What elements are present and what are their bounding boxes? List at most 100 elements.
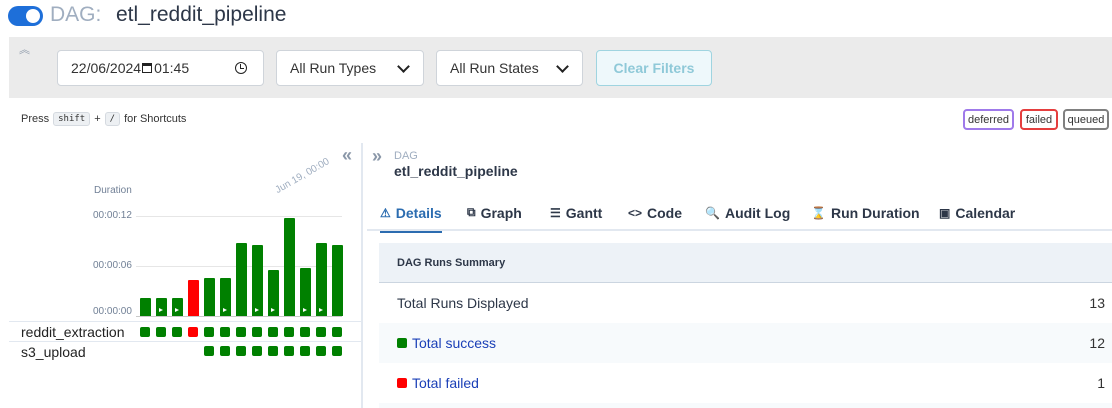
panel-divider[interactable] <box>361 143 363 408</box>
summary-row-success: Total success 12 <box>379 323 1112 363</box>
shift-key: shift <box>53 112 91 126</box>
dag-run-bar[interactable] <box>252 245 263 316</box>
collapse-grid-icon[interactable]: « <box>342 145 352 166</box>
dag-run-bar[interactable] <box>236 243 247 316</box>
dag-run-bar[interactable] <box>316 243 327 316</box>
tab-label: Graph <box>480 204 522 221</box>
dag-title-prefix: DAG: <box>50 3 102 26</box>
base-date-input[interactable]: 22/06/2024 01:45 <box>57 50 264 86</box>
tab-label: Code <box>647 204 683 221</box>
tab-label: Gantt <box>565 204 603 221</box>
dag-run-bar[interactable] <box>220 278 231 316</box>
task-instance-square[interactable] <box>236 346 246 356</box>
dag-run-bar[interactable] <box>172 298 183 316</box>
summary-row-value: 1 <box>1097 375 1105 391</box>
total-failed-link[interactable]: Total failed <box>397 375 479 391</box>
tab-label: Run Duration <box>830 204 920 221</box>
tab-label: Details <box>395 204 442 221</box>
chevron-down-icon <box>397 60 410 73</box>
filter-bar: ︽ 22/06/2024 01:45 All Run Types All Run… <box>9 37 1112 98</box>
expand-grid-icon[interactable]: » <box>372 146 382 167</box>
task-instance-square[interactable] <box>268 346 278 356</box>
manual-run-icon <box>319 308 323 312</box>
gridline <box>136 216 342 217</box>
tab-graph[interactable]: ⧉ Graph <box>467 194 522 231</box>
task-instance-square[interactable] <box>284 327 294 337</box>
manual-run-icon <box>175 308 179 312</box>
toggle-knob <box>26 9 40 23</box>
tab-details[interactable]: ⚠ Details <box>380 194 442 233</box>
dag-run-bar[interactable] <box>204 278 215 316</box>
tab-audit-log[interactable]: 🔍 Audit Log <box>705 194 790 231</box>
dag-run-bar[interactable] <box>188 280 199 316</box>
shortcuts-press: Press <box>21 113 50 125</box>
task-instance-square[interactable] <box>300 346 310 356</box>
legend-failed[interactable]: failed <box>1020 109 1058 130</box>
y-tick-0: 00:00:00 <box>93 306 132 317</box>
task-instance-square[interactable] <box>140 327 150 337</box>
tab-gantt[interactable]: ☰ Gantt <box>550 194 602 231</box>
slash-key: / <box>104 112 121 126</box>
manual-run-icon <box>271 308 275 312</box>
run-states-select[interactable]: All Run States <box>436 50 583 86</box>
calendar-icon: ▣ <box>939 205 951 220</box>
collapse-filters-icon[interactable]: ︽ <box>19 45 30 56</box>
y-tick-12: 00:00:12 <box>93 210 132 221</box>
summary-row-failed: Total failed 1 <box>379 363 1112 403</box>
task-name[interactable]: s3_upload <box>21 344 86 360</box>
tab-code[interactable]: <> Code <box>628 194 682 231</box>
base-date-value: 22/06/2024 <box>71 60 142 76</box>
graph-icon: ⧉ <box>467 205 476 219</box>
task-instance-square[interactable] <box>332 327 342 337</box>
tab-run-duration[interactable]: ⌛ Run Duration <box>811 194 920 231</box>
task-instance-square[interactable] <box>236 327 246 337</box>
summary-row-value: 12 <box>1089 335 1105 351</box>
x-axis <box>136 316 342 317</box>
gantt-icon: ☰ <box>550 205 561 220</box>
shortcuts-plus: + <box>94 113 101 125</box>
manual-run-icon <box>303 308 307 312</box>
base-time-value: 01:45 <box>154 60 190 76</box>
calendar-icon[interactable] <box>142 63 153 73</box>
tab-label: Calendar <box>955 204 1016 221</box>
task-instance-square[interactable] <box>300 327 310 337</box>
clock-icon[interactable] <box>235 62 247 74</box>
task-name[interactable]: reddit_extraction <box>21 324 125 340</box>
run-types-select[interactable]: All Run Types <box>276 50 424 86</box>
dag-run-bar[interactable] <box>300 268 311 316</box>
legend-deferred[interactable]: deferred <box>963 109 1014 130</box>
dag-pause-toggle[interactable] <box>8 6 43 26</box>
clear-filters-button[interactable]: Clear Filters <box>596 50 712 86</box>
dag-run-bar[interactable] <box>332 245 343 316</box>
chevron-down-icon <box>556 60 569 73</box>
total-success-link[interactable]: Total success <box>397 335 496 351</box>
summary-row-label: Total success <box>412 335 497 351</box>
dag-run-bar[interactable] <box>284 218 295 316</box>
task-instance-square[interactable] <box>156 327 166 337</box>
y-tick-6: 00:00:06 <box>93 260 132 271</box>
task-instance-square[interactable] <box>188 327 198 337</box>
dag-run-bar[interactable] <box>268 270 279 316</box>
task-instance-square[interactable] <box>172 327 182 337</box>
summary-row-next <box>379 403 1112 408</box>
task-instance-square[interactable] <box>284 346 294 356</box>
task-instance-square[interactable] <box>252 346 262 356</box>
task-instance-square[interactable] <box>252 327 262 337</box>
task-instance-square[interactable] <box>204 346 214 356</box>
summary-row-total-runs: Total Runs Displayed 13 <box>379 283 1112 323</box>
tab-calendar[interactable]: ▣ Calendar <box>939 194 1015 231</box>
task-instance-square[interactable] <box>316 327 326 337</box>
code-icon: <> <box>628 205 643 220</box>
task-instance-square[interactable] <box>332 346 342 356</box>
task-instance-square[interactable] <box>204 327 214 337</box>
task-instance-square[interactable] <box>316 346 326 356</box>
task-instance-square[interactable] <box>220 327 230 337</box>
tab-label: Audit Log <box>724 204 791 221</box>
task-instance-square[interactable] <box>220 346 230 356</box>
breadcrumb-dag-name[interactable]: etl_reddit_pipeline <box>394 163 518 179</box>
dag-run-bar[interactable] <box>140 298 151 316</box>
task-instance-square[interactable] <box>268 327 278 337</box>
hourglass-icon: ⌛ <box>811 205 826 220</box>
legend-queued[interactable]: queued <box>1063 109 1109 130</box>
dag-run-bar[interactable] <box>156 298 167 316</box>
